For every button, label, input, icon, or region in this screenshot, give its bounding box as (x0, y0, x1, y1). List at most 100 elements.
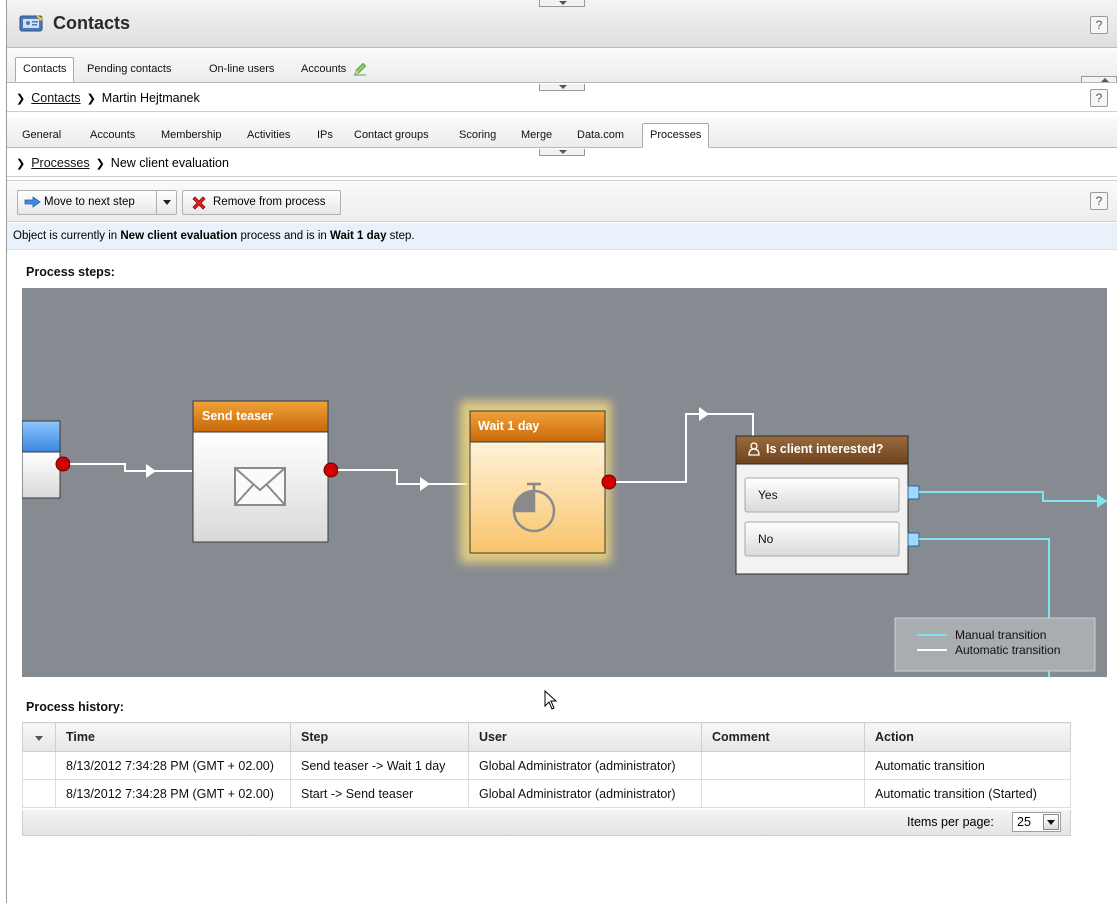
start-step-header (22, 420, 61, 453)
tab-merge[interactable]: Merge (514, 124, 559, 148)
page-title: Contacts (53, 13, 131, 33)
collapse-header-grip[interactable] (539, 0, 585, 7)
table-row[interactable]: 8/13/2012 7:34:28 PM (GMT + 02.00) Send … (22, 751, 1071, 780)
help-icon[interactable]: ? (1090, 89, 1108, 107)
move-to-next-step-label: Move to next step (44, 196, 135, 208)
cell-time: 8/13/2012 7:34:28 PM (GMT + 02.00) (55, 779, 291, 808)
workflow-designer-canvas[interactable]: Send teaser Wait 1 day Is client interes… (22, 288, 1107, 677)
tab-accounts[interactable]: Accounts (83, 124, 142, 148)
app-frame: Contacts ? Contacts Pending contacts On-… (6, 0, 1117, 903)
tab-online-users[interactable]: On-line users (202, 58, 281, 82)
cell-step: Start -> Send teaser (290, 779, 469, 808)
tab-accounts[interactable]: Accounts (294, 58, 374, 82)
process-info-message: Object is currently in New client evalua… (7, 223, 1117, 250)
select-dropdown-icon[interactable] (1043, 814, 1059, 830)
table-row[interactable]: 8/13/2012 7:34:28 PM (GMT + 02.00) Start… (22, 779, 1071, 808)
tab-membership[interactable]: Membership (154, 124, 229, 148)
remove-from-process-label: Remove from process (213, 196, 326, 208)
cell-step: Send teaser -> Wait 1 day (290, 751, 469, 780)
help-icon[interactable]: ? (1090, 192, 1108, 210)
edit-pencil-icon[interactable] (353, 62, 367, 76)
move-to-next-step-button[interactable]: Move to next step (17, 190, 177, 215)
connection-arrow-icon (699, 407, 709, 421)
breadcrumb-arrow-icon: ❯ (16, 93, 26, 105)
tab-pending-contacts[interactable]: Pending contacts (80, 58, 178, 82)
column-header-action[interactable]: Action (864, 722, 1071, 752)
collapse-grip[interactable] (539, 149, 585, 156)
collapse-grip[interactable] (539, 84, 585, 91)
info-process-name: New client evaluation (120, 230, 238, 242)
connector-dot (323, 462, 339, 478)
connector-dot (55, 456, 71, 472)
connection-arrow-icon (146, 464, 156, 478)
tab-ips[interactable]: IPs (310, 124, 340, 148)
option-no[interactable]: No (758, 532, 773, 546)
remove-from-process-button[interactable]: Remove from process (182, 190, 341, 215)
tab-scoring[interactable]: Scoring (452, 124, 503, 148)
breadcrumb-link-contacts[interactable]: Contacts (31, 91, 80, 105)
yes-connector (907, 485, 920, 500)
envelope-icon (234, 467, 286, 506)
process-steps-heading: Process steps: (26, 265, 115, 279)
items-per-page-label: Items per page: (907, 815, 994, 829)
cell-user: Global Administrator (administrator) (468, 779, 702, 808)
step-title-wait[interactable]: Wait 1 day (478, 419, 539, 433)
breadcrumb-separator-icon: ❯ (95, 158, 105, 170)
process-history-heading: Process history: (26, 700, 124, 714)
expand-grip[interactable] (1081, 76, 1117, 82)
tab-contact-groups[interactable]: Contact groups (347, 124, 436, 148)
info-text: process and is in (237, 230, 331, 242)
workflow-connections (22, 400, 1107, 677)
cell-user: Global Administrator (administrator) (468, 751, 702, 780)
dropdown-arrow-icon[interactable] (163, 200, 171, 205)
column-header-comment[interactable]: Comment (701, 722, 865, 752)
info-text: step. (386, 230, 415, 242)
info-step-name: Wait 1 day (330, 230, 387, 242)
connector-dot (601, 474, 617, 490)
breadcrumb-link-processes[interactable]: Processes (31, 156, 89, 170)
contact-tabs: General Accounts Membership Activities I… (7, 118, 1117, 148)
mouse-cursor-icon (544, 690, 558, 710)
breadcrumb-arrow-icon: ❯ (16, 158, 26, 170)
no-connector (907, 532, 920, 547)
items-per-page-value: 25 (1017, 815, 1031, 829)
column-menu-icon[interactable] (22, 722, 56, 752)
breadcrumb-separator-icon: ❯ (86, 93, 96, 105)
connection-arrow-icon (420, 477, 430, 491)
tab-general[interactable]: General (15, 124, 68, 148)
cell-action: Automatic transition (Started) (864, 779, 1071, 808)
tab-accounts-label: Accounts (301, 63, 347, 75)
cell-comment (701, 779, 865, 808)
items-per-page-select[interactable]: 25 (1012, 812, 1061, 832)
info-text: Object is currently in (13, 230, 121, 242)
automatic-connection (338, 469, 467, 485)
manual-connection (919, 491, 1107, 502)
tab-processes[interactable]: Processes (642, 123, 710, 148)
breadcrumb: ❯ Contacts ❯ Martin Hejtmanek ? (7, 84, 1117, 112)
step-title-condition[interactable]: Is client interested? (766, 442, 883, 456)
legend-manual-label: Manual transition (955, 628, 1047, 642)
main-tabs: Contacts Pending contacts On-line users … (7, 49, 1117, 83)
title-bar: Contacts ? (7, 0, 1117, 48)
column-header-step[interactable]: Step (290, 722, 469, 752)
arrow-right-icon (24, 196, 41, 208)
action-toolbar: Move to next step Remove from process ? (7, 180, 1117, 222)
tab-activities[interactable]: Activities (240, 124, 297, 148)
tab-data-com[interactable]: Data.com (570, 124, 631, 148)
help-icon[interactable]: ? (1090, 16, 1108, 34)
automatic-connection (616, 413, 754, 483)
tab-contacts[interactable]: Contacts (15, 57, 75, 82)
table-header-row: Time Step User Comment Action (22, 722, 1071, 752)
start-step-body (22, 451, 61, 499)
column-header-time[interactable]: Time (55, 722, 291, 752)
wait-step-body (469, 441, 606, 554)
delete-x-icon (192, 196, 206, 210)
breadcrumb-processes: ❯ Processes ❯ New client evaluation (7, 149, 1117, 177)
step-title-send-teaser[interactable]: Send teaser (202, 409, 273, 423)
column-header-user[interactable]: User (468, 722, 702, 752)
breadcrumb-current: Martin Hejtmanek (101, 91, 200, 105)
pager: Items per page: 25 (22, 810, 1071, 836)
option-yes[interactable]: Yes (758, 488, 778, 502)
automatic-connection (70, 463, 192, 472)
connection-arrow-icon (1097, 494, 1107, 508)
